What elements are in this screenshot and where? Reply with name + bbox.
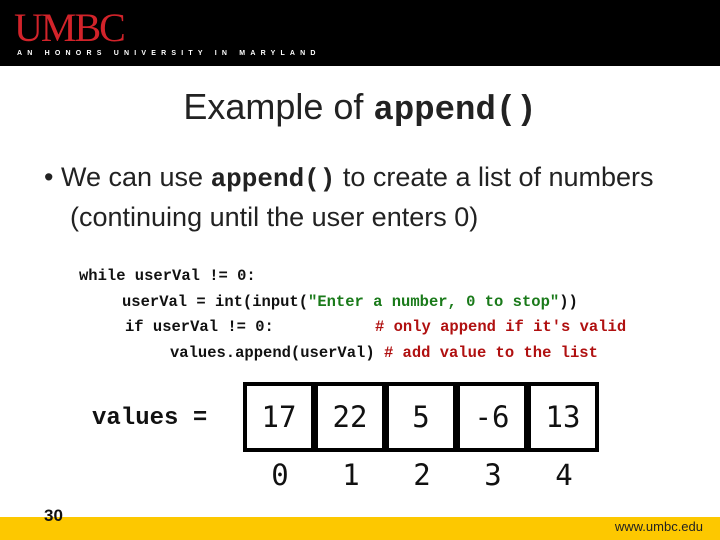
code-comment-4: # add value to the list xyxy=(383,344,598,362)
slide-title: Example of append() xyxy=(0,86,720,130)
title-text: Example of xyxy=(183,86,374,127)
code-2b: )) xyxy=(559,293,578,311)
list-index: 0 xyxy=(271,458,289,492)
bullet-code: append() xyxy=(210,164,336,194)
title-code: append() xyxy=(373,92,537,130)
code-line-4: values.append(userVal) # add value to th… xyxy=(170,344,598,362)
list-cell: 17 xyxy=(243,382,315,452)
list-cell: 5 xyxy=(385,382,457,452)
bullet-point: • We can use append() to create a list o… xyxy=(44,162,654,232)
list-index: 2 xyxy=(413,458,431,492)
page-number: 30 xyxy=(44,506,63,525)
tagline: AN HONORS UNIVERSITY IN MARYLAND xyxy=(17,50,321,57)
code-line-2: userVal = int(input("Enter a number, 0 t… xyxy=(122,293,578,311)
code-comment-3: # only append if it's valid xyxy=(375,318,627,336)
code-line-1: while userVal != 0: xyxy=(79,267,256,285)
code-line-3: if userVal != 0: xyxy=(125,318,274,336)
code-4: values.append(userVal) xyxy=(170,344,384,362)
bullet-pre: We can use xyxy=(60,162,211,192)
list-index: 1 xyxy=(342,458,360,492)
footer-bar xyxy=(0,517,720,540)
list-cell: 22 xyxy=(314,382,386,452)
umbc-logo: UMBC xyxy=(14,5,126,50)
code-2a: userVal = int(input( xyxy=(122,293,309,311)
slide: UMBC AN HONORS UNIVERSITY IN MARYLAND Ex… xyxy=(0,0,720,540)
list-index: 3 xyxy=(484,458,502,492)
list-index: 4 xyxy=(555,458,573,492)
code-string: "Enter a number, 0 to stop" xyxy=(308,293,560,311)
list-cell: 13 xyxy=(527,382,599,452)
list-label: values = xyxy=(92,405,208,432)
list-cell: -6 xyxy=(456,382,528,452)
footer-url: www.umbc.edu xyxy=(614,519,703,534)
header-bar: UMBC AN HONORS UNIVERSITY IN MARYLAND xyxy=(0,0,720,66)
